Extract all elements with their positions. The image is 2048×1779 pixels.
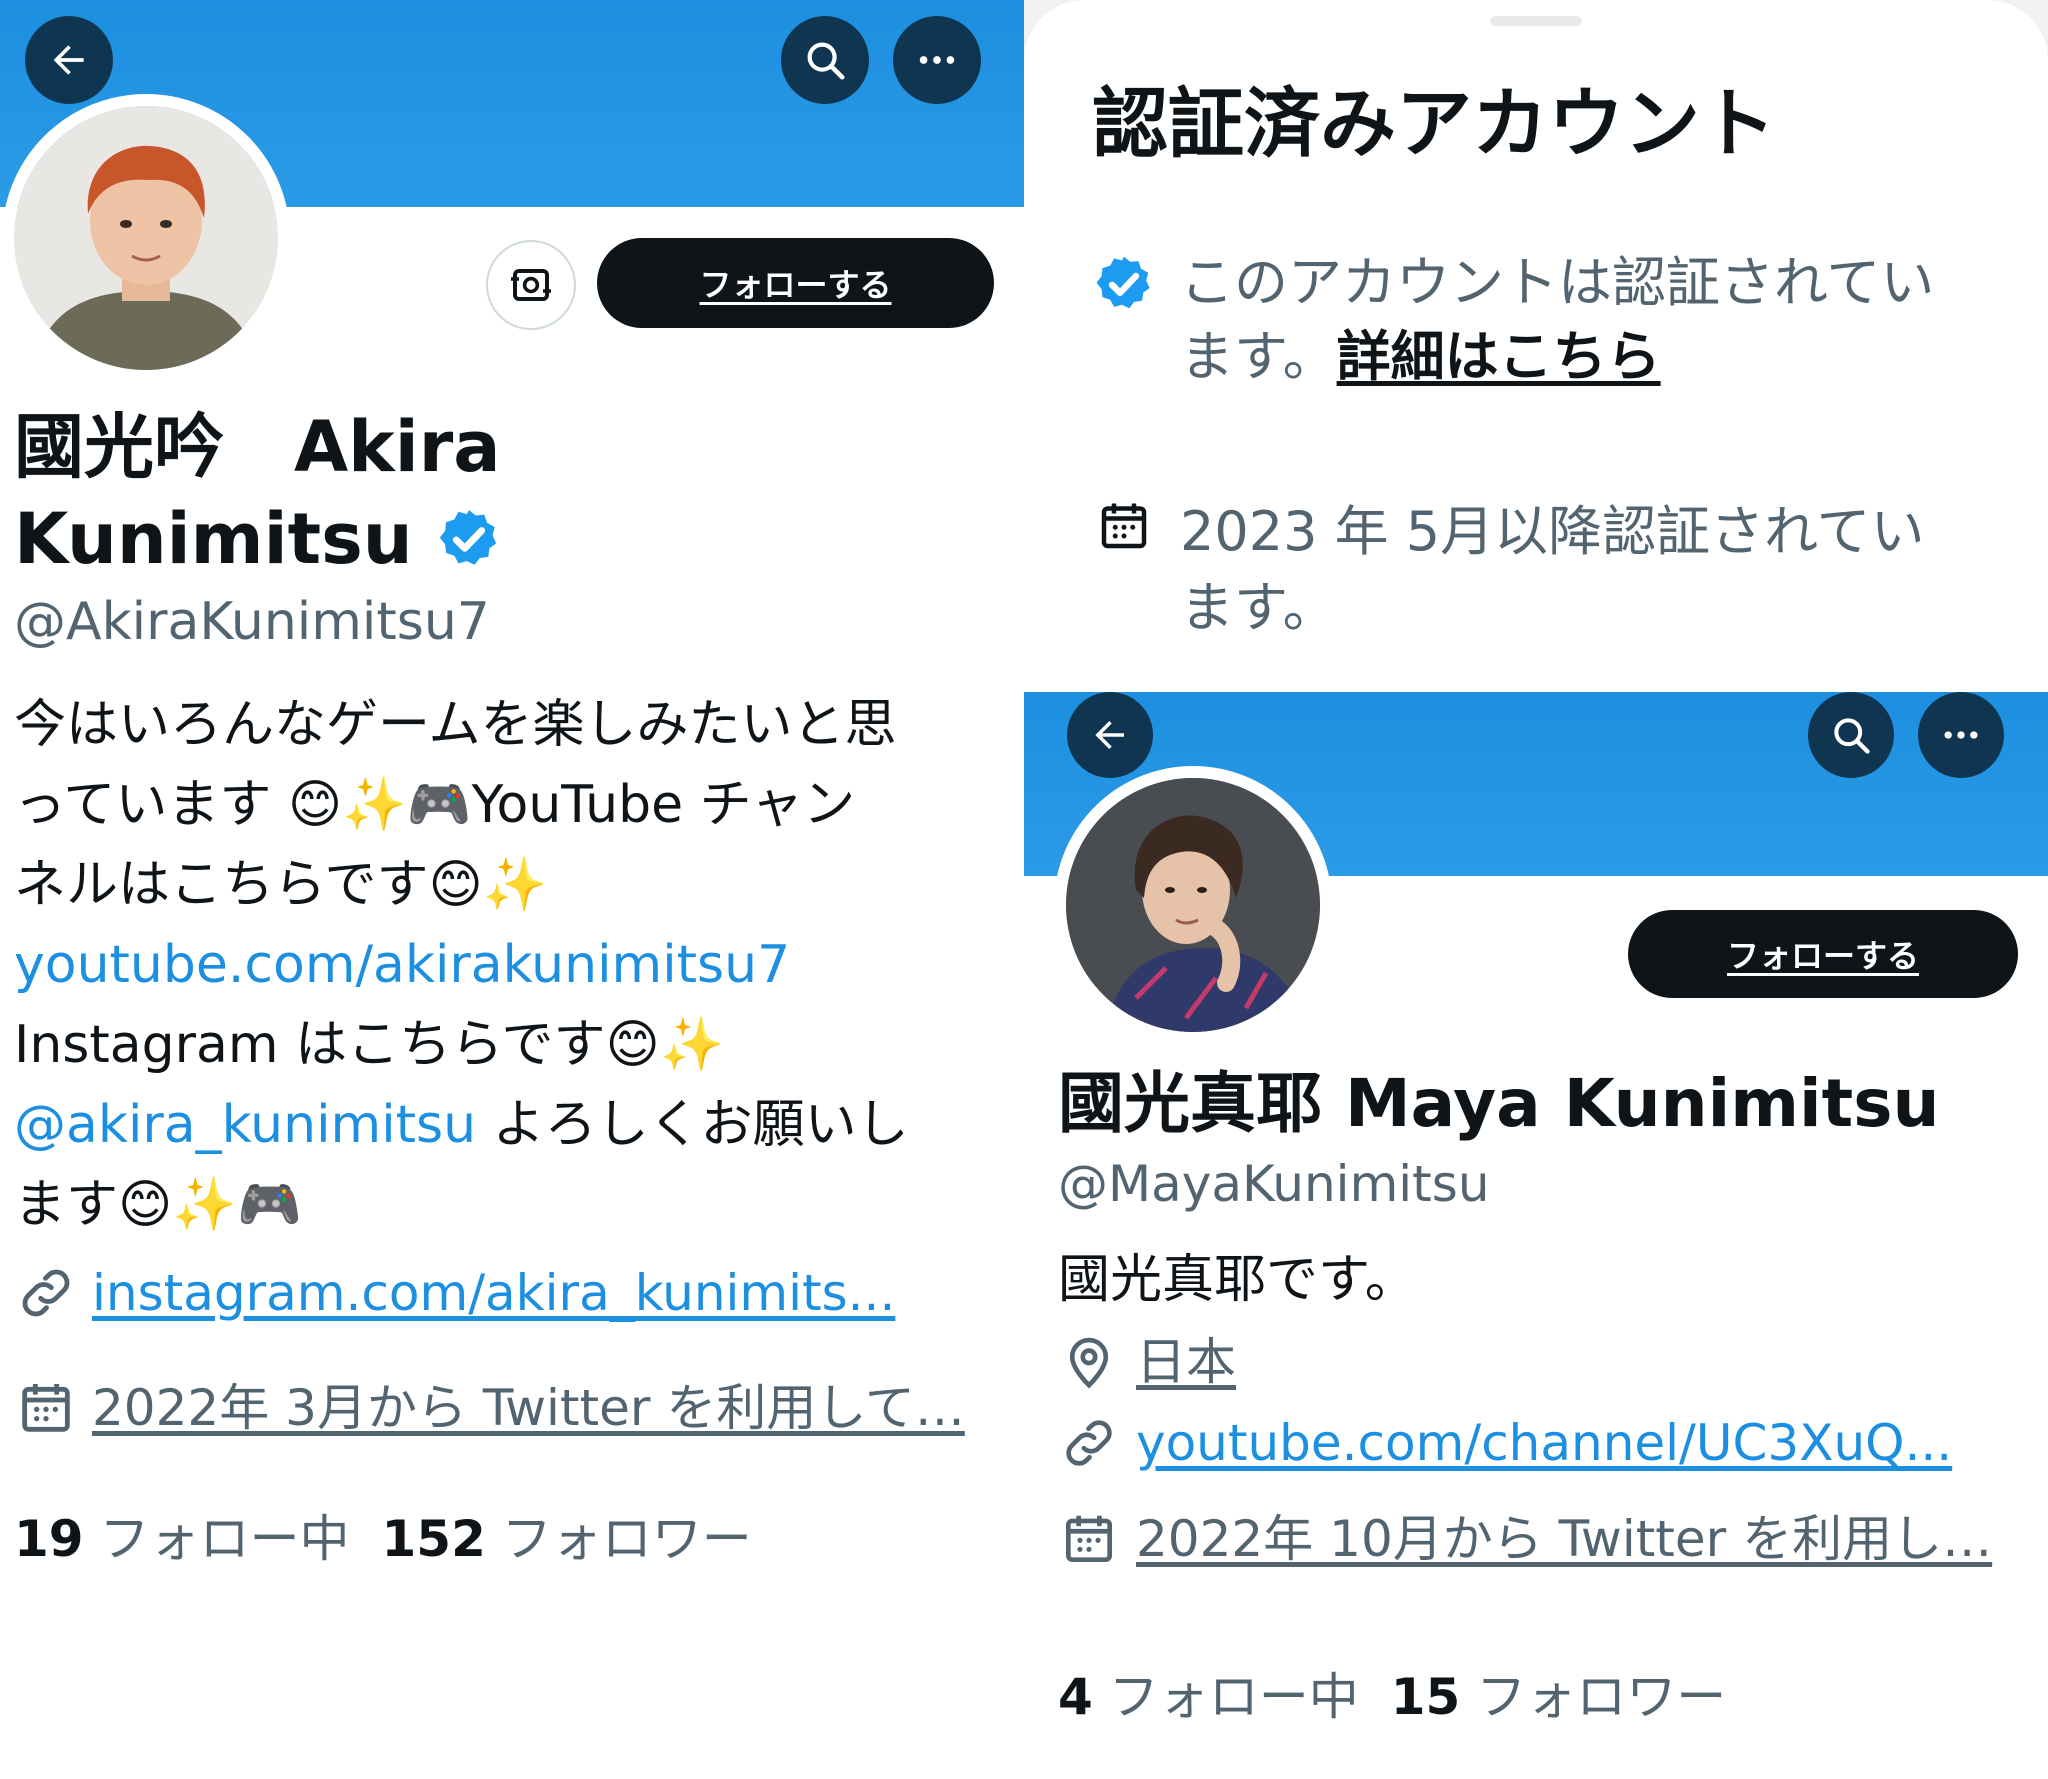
calendar-icon xyxy=(1101,503,1147,549)
verified-description: このアカウントは認証されてい ます。詳細はこちら xyxy=(1180,251,1935,388)
bio-line: Instagram はこちらです😊✨ xyxy=(14,1015,725,1075)
follow-stats: 4 フォロー中 15 フォロワー xyxy=(1058,1662,1726,1732)
verified-badge-icon[interactable] xyxy=(435,505,503,573)
bio-mention-link[interactable]: @akira_kunimitsu xyxy=(14,1095,476,1155)
right-profile-panel: フォローする 國光真耶 Maya Kunimitsu @MayaKunimits… xyxy=(1024,692,2048,1779)
arrow-left-icon xyxy=(1095,721,1124,749)
avatar[interactable] xyxy=(1054,766,1332,1044)
link-icon xyxy=(1066,1420,1112,1466)
back-button[interactable] xyxy=(1067,692,1153,778)
joined-date: 2022年 3月から Twitter を利用して… xyxy=(92,1379,965,1437)
joined-row: 2022年 3月から Twitter を利用して… xyxy=(14,1373,965,1443)
bio-line: 今はいろんなゲームを楽しみたいと思 xyxy=(14,695,897,755)
verified-account-sheet: 認証済みアカウント このアカウントは認証されてい ます。詳細はこちら 2023 … xyxy=(1024,0,2048,692)
sheet-title: 認証済みアカウント xyxy=(1092,79,1776,168)
left-profile-panel: フォローする 國光吟 Akira Kunimitsu @AkiraKunimit… xyxy=(0,0,1024,1779)
calendar-icon xyxy=(22,1384,70,1432)
display-name: 國光真耶 Maya Kunimitsu xyxy=(1058,1065,1940,1142)
bio-line: っています 😊✨🎮YouTube チャン xyxy=(14,775,856,835)
search-button[interactable] xyxy=(781,16,869,104)
following-stat[interactable]: 19 フォロー中 xyxy=(14,1504,350,1574)
follow-button[interactable]: フォローする xyxy=(1628,910,2018,998)
location-row: 日本 xyxy=(1058,1327,1236,1397)
followers-stat[interactable]: 15 フォロワー xyxy=(1391,1662,1727,1732)
bio-line: ネルはこちらです😊✨ xyxy=(14,855,548,915)
verified-badge-icon xyxy=(1096,256,1150,309)
verified-since: 2023 年 5月以降認証されてい ます。 xyxy=(1180,500,1925,639)
user-handle: @AkiraKunimitsu7 xyxy=(14,592,490,652)
sheet-card: 認証済みアカウント このアカウントは認証されてい ます。詳細はこちら 2023 … xyxy=(1024,0,2048,692)
user-handle: @MayaKunimitsu xyxy=(1058,1155,1490,1213)
joined-date: 2022年 10月から Twitter を利用し… xyxy=(1136,1510,1993,1568)
more-icon xyxy=(919,56,955,64)
location-pin-icon xyxy=(1069,1337,1109,1389)
sheet-drag-handle[interactable] xyxy=(1490,16,1582,26)
website-link[interactable]: instagram.com/akira_kunimits... xyxy=(92,1258,895,1328)
avatar[interactable] xyxy=(2,94,290,382)
followers-stat[interactable]: 152 フォロワー xyxy=(382,1504,752,1574)
learn-more-link[interactable]: 詳細はこちら xyxy=(1337,325,1661,388)
display-name-text: Kunimitsu xyxy=(14,498,413,580)
website-row[interactable]: instagram.com/akira_kunimits... xyxy=(14,1258,895,1328)
calendar-icon xyxy=(1066,1515,1112,1562)
joined-row: 2022年 10月から Twitter を利用し… xyxy=(1058,1504,1992,1574)
display-name-line1: 國光吟 Akira xyxy=(14,406,501,488)
bio-youtube-link[interactable]: youtube.com/akirakunimitsu7 xyxy=(14,925,1014,1005)
search-icon xyxy=(1834,718,1870,754)
location-text[interactable]: 日本 xyxy=(1136,1327,1236,1397)
bio-line: ます😊✨🎮 xyxy=(14,1175,302,1235)
follow-stats: 19 フォロー中 152 フォロワー xyxy=(14,1504,752,1574)
link-icon xyxy=(22,1269,70,1317)
account-switch-button[interactable] xyxy=(486,240,576,330)
bio: 國光真耶です。 xyxy=(1058,1250,1417,1310)
avatar-photo xyxy=(1066,778,1320,1032)
display-name-line2: Kunimitsu xyxy=(14,494,503,584)
search-button[interactable] xyxy=(1808,692,1894,778)
more-button[interactable] xyxy=(1918,692,2004,778)
bio-line: @akira_kunimitsu よろしくお願いし xyxy=(14,1095,909,1155)
website-link[interactable]: youtube.com/channel/UC3XuQ... xyxy=(1136,1408,1952,1478)
arrow-left-icon xyxy=(53,45,84,75)
website-row[interactable]: youtube.com/channel/UC3XuQ... xyxy=(1058,1408,1952,1478)
more-button[interactable] xyxy=(893,16,981,104)
follow-button[interactable]: フォローする xyxy=(597,238,994,328)
search-icon xyxy=(807,42,845,80)
back-button[interactable] xyxy=(25,16,113,104)
following-stat[interactable]: 4 フォロー中 xyxy=(1058,1662,1359,1732)
avatar-photo xyxy=(14,106,278,370)
bio: 今はいろんなゲームを楽しみたいと思 っています 😊✨🎮YouTube チャン ネ… xyxy=(14,685,1014,1245)
account-switch-icon xyxy=(511,269,551,301)
more-icon xyxy=(1944,731,1978,739)
